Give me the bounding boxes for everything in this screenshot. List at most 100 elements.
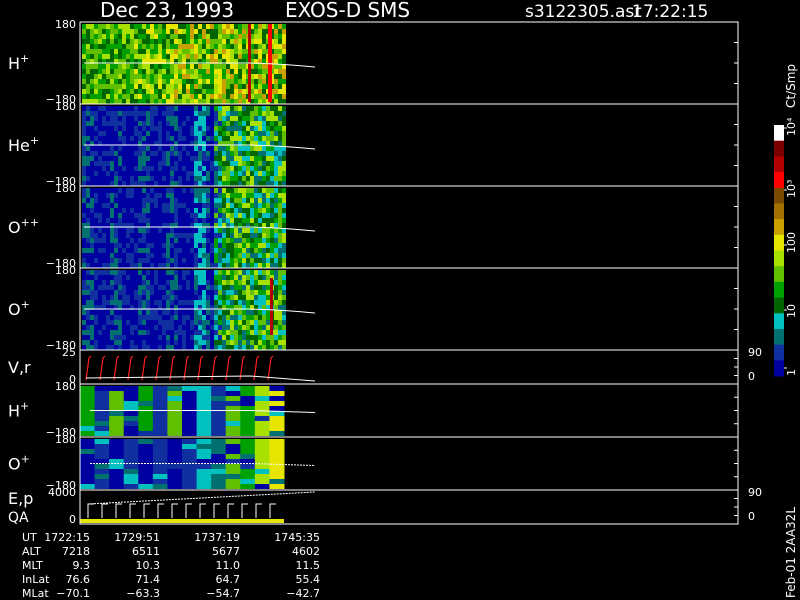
heat-cell [122, 213, 126, 218]
heat-cell [198, 126, 202, 131]
heat-cell [122, 310, 126, 315]
heat-cell [246, 295, 250, 300]
heat-cell [122, 29, 126, 34]
heat-cell [94, 171, 98, 176]
heat-cell [114, 24, 118, 29]
heat-cell [274, 166, 278, 171]
heat-cell [122, 270, 126, 275]
heat-cell [269, 431, 285, 436]
heat-cell [274, 253, 278, 258]
heat-cell [98, 188, 102, 193]
heat-cell [118, 193, 122, 198]
heat-cell [154, 295, 158, 300]
heat-cell [230, 64, 234, 69]
heat-cell [234, 94, 238, 99]
heat-cell [266, 285, 270, 290]
heat-cell [278, 223, 282, 228]
heat-cell [222, 198, 226, 203]
heat-cell [146, 136, 150, 141]
heat-cell [278, 198, 282, 203]
heat-cell [254, 345, 258, 350]
heat-cell [150, 54, 154, 59]
heat-cell [206, 263, 210, 268]
heat-cell [98, 74, 102, 79]
heat-cell [138, 203, 142, 208]
heat-cell [80, 454, 96, 459]
heat-cell [250, 146, 254, 151]
heat-cell [246, 270, 250, 275]
heat-cell [130, 39, 134, 44]
heat-cell [250, 131, 254, 136]
heat-cell [82, 208, 86, 213]
heat-cell [166, 275, 170, 280]
heat-cell [234, 340, 238, 345]
heat-cell [138, 193, 142, 198]
heat-cell [122, 74, 126, 79]
heat-cell [110, 188, 114, 193]
heat-cell [214, 243, 218, 248]
heat-cell [222, 111, 226, 116]
heat-cell [222, 131, 226, 136]
heat-cell [122, 285, 126, 290]
heat-cell [106, 310, 110, 315]
heat-cell [222, 280, 226, 285]
y-tick-top: 180 [55, 433, 76, 446]
heat-cell [182, 99, 186, 104]
heat-cell [170, 69, 174, 74]
heat-cell [194, 330, 198, 335]
heat-cell [150, 156, 154, 161]
heat-cell [234, 69, 238, 74]
heat-cell [138, 54, 142, 59]
heat-cell [218, 263, 222, 268]
heat-cell [182, 449, 198, 454]
energy-sweep [157, 503, 164, 518]
heat-cell [82, 171, 86, 176]
heat-cell [162, 330, 166, 335]
heat-cell [218, 121, 222, 126]
heat-cell [230, 74, 234, 79]
heat-cell [114, 64, 118, 69]
heat-cell [266, 290, 270, 295]
heat-cell [102, 243, 106, 248]
heat-cell [258, 126, 262, 131]
heat-cell [110, 39, 114, 44]
heat-cell [86, 106, 90, 111]
heat-cell [90, 243, 94, 248]
heat-cell [274, 141, 278, 146]
heat-cell [226, 181, 230, 186]
heat-cell [90, 218, 94, 223]
heat-cell [190, 330, 194, 335]
time-row-label: MLat [22, 587, 49, 600]
heat-cell [206, 335, 210, 340]
heat-cell [182, 44, 186, 49]
heat-cell [234, 24, 238, 29]
heat-cell [262, 39, 266, 44]
heat-cell [198, 275, 202, 280]
heat-cell [186, 44, 190, 49]
heat-cell [226, 69, 230, 74]
heat-cell [258, 228, 262, 233]
footer-stamp: Feb-01 2AA32L [784, 507, 798, 598]
heat-cell [282, 84, 286, 89]
heat-cell [218, 290, 222, 295]
heat-cell [138, 330, 142, 335]
heat-cell [202, 340, 206, 345]
heat-cell [211, 444, 227, 449]
heat-cell [198, 330, 202, 335]
heat-cell [98, 280, 102, 285]
heat-cell [142, 295, 146, 300]
heat-cell [150, 330, 154, 335]
heat-cell [234, 243, 238, 248]
heat-cell [146, 263, 150, 268]
heat-cell [211, 431, 227, 436]
heat-cell [166, 94, 170, 99]
heat-cell [198, 49, 202, 54]
heat-cell [98, 79, 102, 84]
time-cell: −63.3 [126, 587, 160, 600]
heat-cell [222, 193, 226, 198]
heat-cell [182, 325, 186, 330]
heat-cell [242, 54, 246, 59]
heat-cell [182, 176, 186, 181]
heat-cell [178, 29, 182, 34]
heat-cell [186, 280, 190, 285]
